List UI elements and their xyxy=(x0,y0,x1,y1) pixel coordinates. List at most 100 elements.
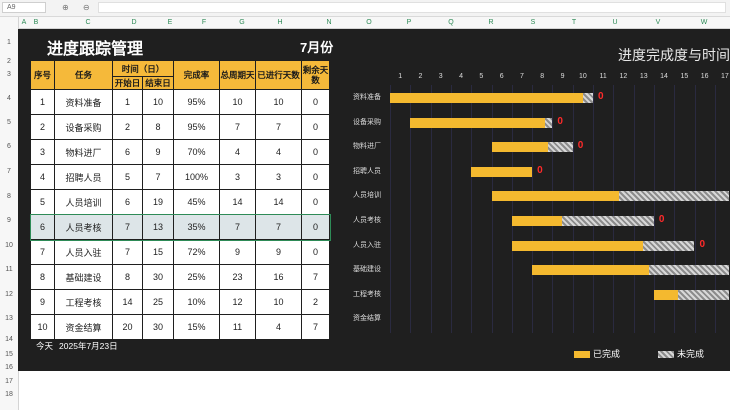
cell-elapsed[interactable]: 3 xyxy=(255,164,302,190)
column-header-h[interactable]: H xyxy=(274,17,286,28)
row-header-8[interactable]: 8 xyxy=(0,193,18,200)
cell-seq[interactable]: 4 xyxy=(30,164,55,190)
cell-end[interactable]: 30 xyxy=(142,314,174,340)
table-row[interactable]: 2 设备采购 2 8 95% 7 7 0 xyxy=(30,114,330,140)
cell-total[interactable]: 11 xyxy=(219,314,256,340)
cell-seq[interactable]: 1 xyxy=(30,89,55,115)
table-row[interactable]: 3 物料进厂 6 9 70% 4 4 0 xyxy=(30,139,330,165)
column-header-n[interactable]: N xyxy=(323,17,335,28)
cell-rate[interactable]: 10% xyxy=(173,289,220,315)
header-remaining[interactable]: 剩余天数 xyxy=(301,60,330,90)
cell-elapsed[interactable]: 10 xyxy=(255,289,302,315)
cell-remaining[interactable]: 7 xyxy=(301,264,330,290)
cell-elapsed[interactable]: 16 xyxy=(255,264,302,290)
table-row[interactable]: 10 资金结算 20 30 15% 11 4 7 xyxy=(30,314,330,340)
cell-total[interactable]: 3 xyxy=(219,164,256,190)
header-seq[interactable]: 序号 xyxy=(30,60,55,90)
cell-task[interactable]: 人员培训 xyxy=(54,189,113,215)
column-header-v[interactable]: V xyxy=(652,17,664,28)
header-rate[interactable]: 完成率 xyxy=(173,60,220,90)
cell-total[interactable]: 23 xyxy=(219,264,256,290)
row-header-12[interactable]: 12 xyxy=(0,291,18,298)
cell-rate[interactable]: 95% xyxy=(173,89,220,115)
cell-total[interactable]: 12 xyxy=(219,289,256,315)
column-header-r[interactable]: R xyxy=(485,17,497,28)
column-header-w[interactable]: W xyxy=(698,17,710,28)
cell-elapsed[interactable]: 14 xyxy=(255,189,302,215)
cell-seq[interactable]: 2 xyxy=(30,114,55,140)
cell-seq[interactable]: 7 xyxy=(30,239,55,265)
cell-start[interactable]: 7 xyxy=(112,214,143,240)
column-header-d[interactable]: D xyxy=(128,17,140,28)
cell-total[interactable]: 10 xyxy=(219,89,256,115)
cell-seq[interactable]: 10 xyxy=(30,314,55,340)
row-header-2[interactable]: 2 xyxy=(0,58,18,65)
table-row[interactable]: 5 人员培训 6 19 45% 14 14 0 xyxy=(30,189,330,215)
row-header-17[interactable]: 17 xyxy=(0,378,18,385)
cell-rate[interactable]: 70% xyxy=(173,139,220,165)
table-row[interactable]: 7 人员入驻 7 15 72% 9 9 0 xyxy=(30,239,330,265)
cell-remaining[interactable]: 0 xyxy=(301,114,330,140)
cell-seq[interactable]: 3 xyxy=(30,139,55,165)
row-header-14[interactable]: 14 xyxy=(0,336,18,343)
cell-elapsed[interactable]: 7 xyxy=(255,214,302,240)
row-header-4[interactable]: 4 xyxy=(0,95,18,102)
row-header-18[interactable]: 18 xyxy=(0,391,18,398)
cell-rate[interactable]: 72% xyxy=(173,239,220,265)
cell-total[interactable]: 14 xyxy=(219,189,256,215)
cell-end[interactable]: 30 xyxy=(142,264,174,290)
cell-remaining[interactable]: 0 xyxy=(301,189,330,215)
cell-remaining[interactable]: 7 xyxy=(301,314,330,340)
cell-elapsed[interactable]: 4 xyxy=(255,139,302,165)
cell-start[interactable]: 5 xyxy=(112,164,143,190)
header-start[interactable]: 开始日 xyxy=(112,76,143,90)
row-header-16[interactable]: 16 xyxy=(0,364,18,371)
cell-task[interactable]: 招聘人员 xyxy=(54,164,113,190)
row-header-3[interactable]: 3 xyxy=(0,71,18,78)
column-header-g[interactable]: G xyxy=(236,17,248,28)
row-header-1[interactable]: 1 xyxy=(0,39,18,46)
column-header-u[interactable]: U xyxy=(609,17,621,28)
cell-remaining[interactable]: 0 xyxy=(301,214,330,240)
cell-start[interactable]: 20 xyxy=(112,314,143,340)
cell-total[interactable]: 4 xyxy=(219,139,256,165)
cell-start[interactable]: 6 xyxy=(112,139,143,165)
cell-total[interactable]: 7 xyxy=(219,114,256,140)
cell-task[interactable]: 物料进厂 xyxy=(54,139,113,165)
cell-total[interactable]: 9 xyxy=(219,239,256,265)
cell-rate[interactable]: 15% xyxy=(173,314,220,340)
table-row[interactable]: 6 人员考核 7 13 35% 7 7 0 xyxy=(29,213,331,241)
table-row[interactable]: 4 招聘人员 5 7 100% 3 3 0 xyxy=(30,164,330,190)
cell-start[interactable]: 8 xyxy=(112,264,143,290)
header-total[interactable]: 总周期天 xyxy=(219,60,256,90)
column-header-o[interactable]: O xyxy=(363,17,375,28)
cell-remaining[interactable]: 0 xyxy=(301,89,330,115)
cell-end[interactable]: 15 xyxy=(142,239,174,265)
header-task[interactable]: 任务 xyxy=(54,60,113,90)
cell-end[interactable]: 8 xyxy=(142,114,174,140)
cell-end[interactable]: 7 xyxy=(142,164,174,190)
column-header-c[interactable]: C xyxy=(82,17,94,28)
formula-input[interactable] xyxy=(98,2,726,13)
cell-end[interactable]: 13 xyxy=(142,214,174,240)
column-header-f[interactable]: F xyxy=(198,17,210,28)
table-row[interactable]: 1 资料准备 1 10 95% 10 10 0 xyxy=(30,89,330,115)
row-header-9[interactable]: 9 xyxy=(0,217,18,224)
row-header-13[interactable]: 13 xyxy=(0,315,18,322)
cell-rate[interactable]: 35% xyxy=(173,214,220,240)
cell-elapsed[interactable]: 7 xyxy=(255,114,302,140)
cell-end[interactable]: 10 xyxy=(142,89,174,115)
column-header-p[interactable]: P xyxy=(403,17,415,28)
column-header-s[interactable]: S xyxy=(527,17,539,28)
table-row[interactable]: 9 工程考核 14 25 10% 12 10 2 xyxy=(30,289,330,315)
cell-end[interactable]: 9 xyxy=(142,139,174,165)
cell-rate[interactable]: 95% xyxy=(173,114,220,140)
row-header-11[interactable]: 11 xyxy=(0,266,18,273)
cell-seq[interactable]: 8 xyxy=(30,264,55,290)
table-row[interactable]: 8 基础建设 8 30 25% 23 16 7 xyxy=(30,264,330,290)
row-header-6[interactable]: 6 xyxy=(0,143,18,150)
cell-remaining[interactable]: 0 xyxy=(301,139,330,165)
column-header-a[interactable]: A xyxy=(18,17,30,28)
cell-task[interactable]: 工程考核 xyxy=(54,289,113,315)
cell-elapsed[interactable]: 10 xyxy=(255,89,302,115)
